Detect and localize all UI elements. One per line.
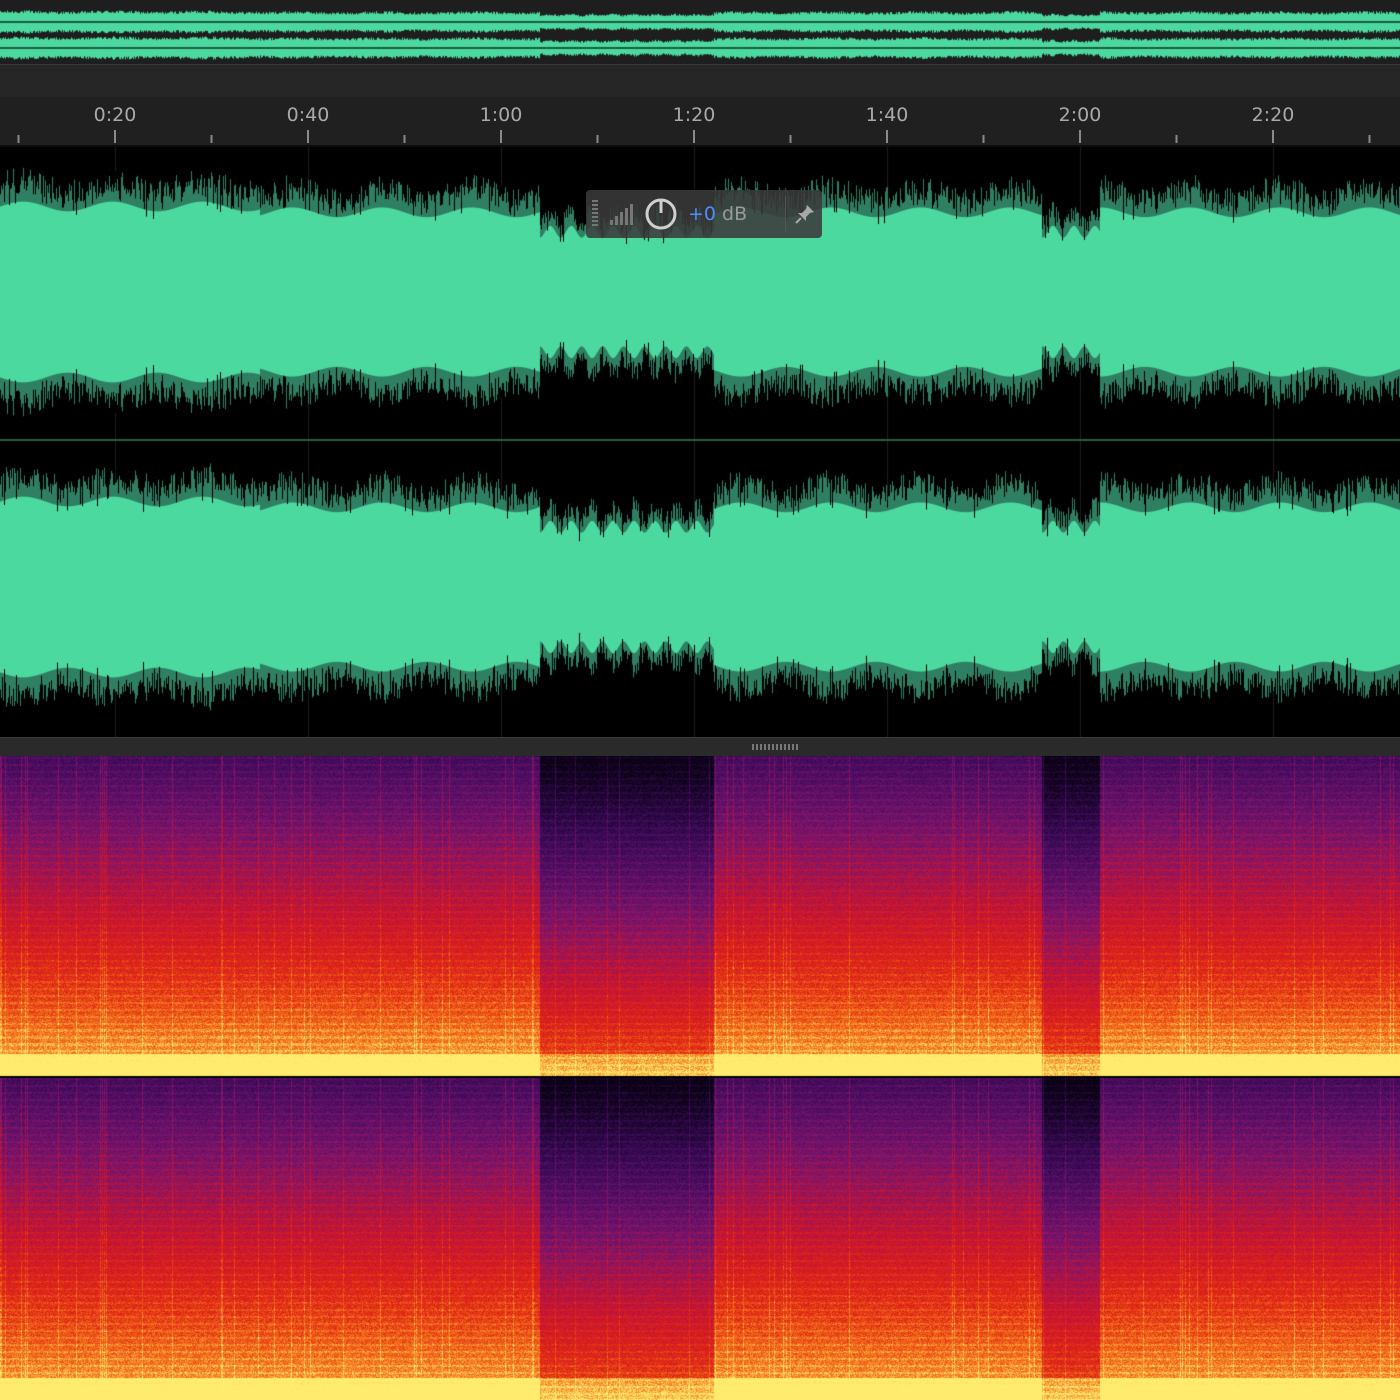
time-ruler[interactable]: 0:20 0:40 1:00 1:20 1:40 2:00 2:20 (0, 97, 1400, 147)
time-label: 2:00 (1058, 104, 1102, 126)
panel-divider[interactable] (0, 737, 1400, 757)
spectral-frequency-display[interactable] (0, 756, 1400, 1400)
volume-knob-icon[interactable] (644, 197, 678, 231)
time-label: 1:20 (672, 104, 716, 126)
time-label: 0:40 (286, 104, 330, 126)
overview-timeline[interactable] (0, 0, 1400, 65)
volume-value[interactable]: +0 (688, 203, 716, 225)
volume-hud[interactable]: +0 dB (586, 190, 822, 238)
resize-handle[interactable] (752, 744, 798, 750)
time-label: 2:20 (1251, 104, 1295, 126)
grip-icon[interactable] (592, 200, 598, 228)
volume-unit: dB (722, 203, 748, 225)
time-label: 1:00 (479, 104, 523, 126)
time-label: 1:40 (865, 104, 909, 126)
overview-waveform[interactable] (0, 8, 1400, 60)
hud-separator (785, 196, 786, 232)
level-meter-icon (610, 204, 633, 225)
time-label: 0:20 (93, 104, 137, 126)
pin-icon[interactable] (794, 203, 816, 225)
spectrogram[interactable] (0, 756, 1400, 1400)
zoom-navigator-bar[interactable] (0, 65, 1400, 99)
